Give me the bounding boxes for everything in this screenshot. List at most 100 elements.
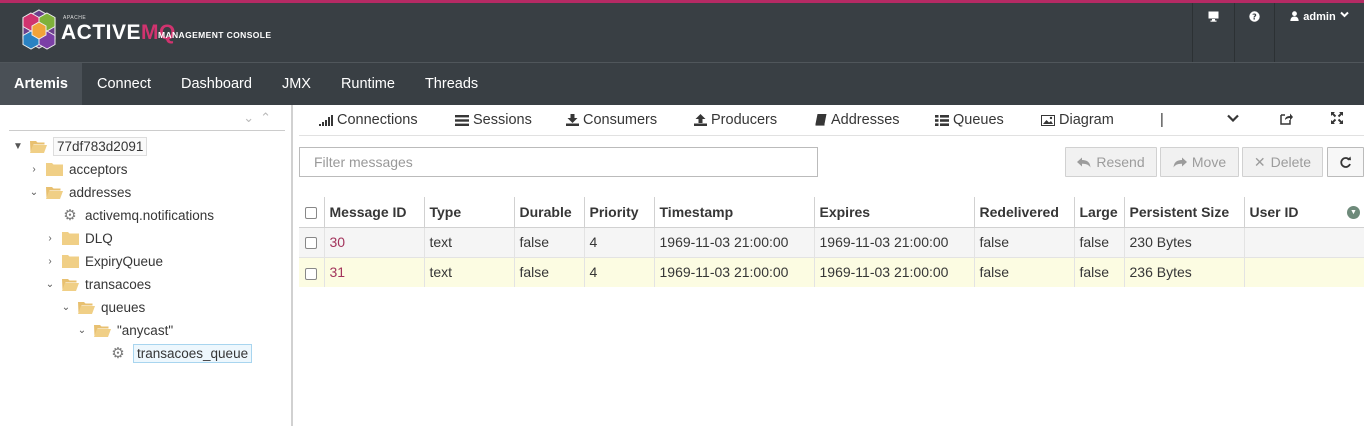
messages-table: Message ID Type Durable Priority Timesta… — [299, 197, 1364, 287]
tree-node-acceptors[interactable]: › acceptors — [27, 158, 128, 180]
chevron-right-icon[interactable]: › — [43, 256, 57, 267]
refresh-button[interactable] — [1327, 147, 1364, 177]
tree-node-label: activemq.notifications — [85, 207, 215, 223]
gear-icon: ⚙ — [111, 345, 125, 362]
cell-timestamp: 1969-11-03 21:00:00 — [654, 257, 815, 287]
reply-icon — [1077, 157, 1091, 167]
cell-large: false — [1074, 257, 1125, 287]
message-id-link[interactable]: 30 — [324, 227, 425, 258]
chevron-down-icon[interactable]: ⌄ — [27, 187, 41, 198]
tree-node-queues[interactable]: ⌄ queues — [59, 296, 146, 318]
chevron-down-icon[interactable]: ▼ — [11, 141, 25, 152]
tab-addresses[interactable]: Addresses — [815, 112, 900, 128]
activemq-hex-logo-icon — [22, 9, 56, 50]
column-header-expires[interactable]: Expires — [814, 197, 975, 228]
share-button[interactable] — [1280, 112, 1293, 125]
cell-persistent-size: 230 Bytes — [1124, 227, 1245, 258]
chevron-right-icon[interactable]: › — [43, 233, 57, 244]
tree-node-addresses[interactable]: ⌄ addresses — [27, 181, 132, 203]
cell-persistent-size: 236 Bytes — [1124, 257, 1245, 287]
tree-node-label: transacoes_queue — [133, 343, 253, 363]
chevron-down-icon — [1339, 11, 1349, 18]
column-chooser-icon[interactable]: ▼ — [1347, 205, 1360, 219]
message-id-link[interactable]: 31 — [324, 257, 425, 287]
cell-redelivered: false — [974, 257, 1075, 287]
column-header-type[interactable]: Type — [424, 197, 515, 228]
row-select-cell — [299, 227, 325, 258]
tree-node-anycast[interactable]: ⌄ "anycast" — [75, 319, 173, 341]
column-header-message-id[interactable]: Message ID — [324, 197, 425, 228]
tab-dashboard[interactable]: Dashboard — [166, 63, 267, 105]
cell-durable: false — [514, 257, 585, 287]
tree-node-label: transacoes — [85, 276, 152, 292]
tree-node-label: queues — [101, 299, 146, 315]
cell-expires: 1969-11-03 21:00:00 — [814, 257, 975, 287]
tab-queues[interactable]: Queues — [935, 112, 1004, 128]
column-header-durable[interactable]: Durable — [514, 197, 585, 228]
tree-node-label: DLQ — [85, 230, 113, 246]
share-arrow-icon — [1173, 157, 1187, 167]
column-header-large[interactable]: Large — [1074, 197, 1125, 228]
tree-filter-input[interactable]: ⌄⌃ — [9, 107, 285, 131]
delete-button[interactable]: ✕ Delete — [1242, 147, 1323, 177]
tab-producers[interactable]: Producers — [694, 112, 777, 128]
tab-connect[interactable]: Connect — [82, 63, 166, 105]
tree-node-label: "anycast" — [117, 322, 174, 338]
column-header-persistent-size[interactable]: Persistent Size — [1124, 197, 1245, 228]
tree-node-transacoes-queue[interactable]: ⚙ transacoes_queue — [110, 342, 253, 364]
tree-node-dlq[interactable]: › DLQ — [43, 227, 113, 249]
tree-node-activemq-notifications[interactable]: ⚙ activemq.notifications — [62, 204, 214, 226]
subnav-separator: | — [1160, 112, 1164, 128]
monitor-button[interactable] — [1192, 3, 1234, 62]
tree-node-expiryqueue[interactable]: › ExpiryQueue — [43, 250, 163, 272]
user-menu[interactable]: admin — [1274, 3, 1364, 62]
tab-connections[interactable]: Connections — [319, 112, 418, 128]
chevron-down-icon[interactable]: ⌄ — [75, 325, 89, 336]
th-list-icon — [935, 114, 949, 126]
tree-node-label: 77df783d2091 — [53, 136, 148, 156]
select-all-checkbox[interactable] — [305, 207, 317, 220]
tree-node-broker[interactable]: ▼ 77df783d2091 — [11, 135, 148, 157]
chevron-down-icon[interactable]: ⌄ — [43, 279, 57, 290]
chevron-right-icon[interactable]: › — [27, 164, 41, 175]
refresh-icon — [1340, 156, 1351, 168]
cell-expires: 1969-11-03 21:00:00 — [814, 227, 975, 258]
column-header-redelivered[interactable]: Redelivered — [974, 197, 1075, 228]
folder-icon — [62, 231, 79, 245]
column-header-priority[interactable]: Priority — [584, 197, 655, 228]
activemq-logo[interactable]: APACHE ACTIVEMQ MANAGEMENT CONSOLE — [20, 7, 320, 59]
row-checkbox[interactable] — [305, 267, 317, 280]
folder-open-icon — [30, 140, 47, 153]
list-icon — [455, 114, 469, 126]
column-header-user-id[interactable]: User ID ▼ — [1244, 197, 1364, 228]
tab-artemis[interactable]: Artemis — [0, 63, 82, 105]
more-tabs-dropdown[interactable] — [1227, 114, 1239, 122]
chevron-down-icon — [1227, 114, 1239, 122]
tree-node-transacoes[interactable]: ⌄ transacoes — [43, 273, 151, 295]
tree-collapse-expand-icons[interactable]: ⌄⌃ — [243, 110, 277, 126]
table-row[interactable]: 31 text false 4 1969-11-03 21:00:00 1969… — [299, 257, 1364, 287]
tab-diagram[interactable]: Diagram — [1041, 112, 1114, 128]
help-button[interactable]: ? — [1234, 3, 1274, 62]
queue-subnav: Connections Sessions Consumers Producers… — [299, 105, 1364, 136]
fullscreen-button[interactable] — [1331, 112, 1343, 124]
move-button[interactable]: Move — [1160, 147, 1239, 177]
table-row[interactable]: 30 text false 4 1969-11-03 21:00:00 1969… — [299, 227, 1364, 258]
tab-threads[interactable]: Threads — [410, 63, 493, 105]
upload-icon — [694, 114, 707, 126]
resend-button[interactable]: Resend — [1065, 147, 1157, 177]
cell-type: text — [424, 257, 515, 287]
tab-jmx[interactable]: JMX — [267, 63, 326, 105]
column-header-timestamp[interactable]: Timestamp — [654, 197, 815, 228]
folder-open-icon — [62, 278, 79, 291]
filter-messages-input[interactable]: Filter messages — [299, 147, 818, 177]
row-checkbox[interactable] — [305, 237, 317, 250]
select-all-cell — [299, 197, 325, 228]
chevron-down-icon[interactable]: ⌄ — [59, 302, 73, 313]
image-icon — [1041, 114, 1055, 126]
tab-sessions[interactable]: Sessions — [455, 112, 532, 128]
svg-text:?: ? — [1252, 13, 1257, 22]
tree-node-label: acceptors — [69, 161, 128, 177]
tab-runtime[interactable]: Runtime — [326, 63, 410, 105]
tab-consumers[interactable]: Consumers — [566, 112, 657, 128]
